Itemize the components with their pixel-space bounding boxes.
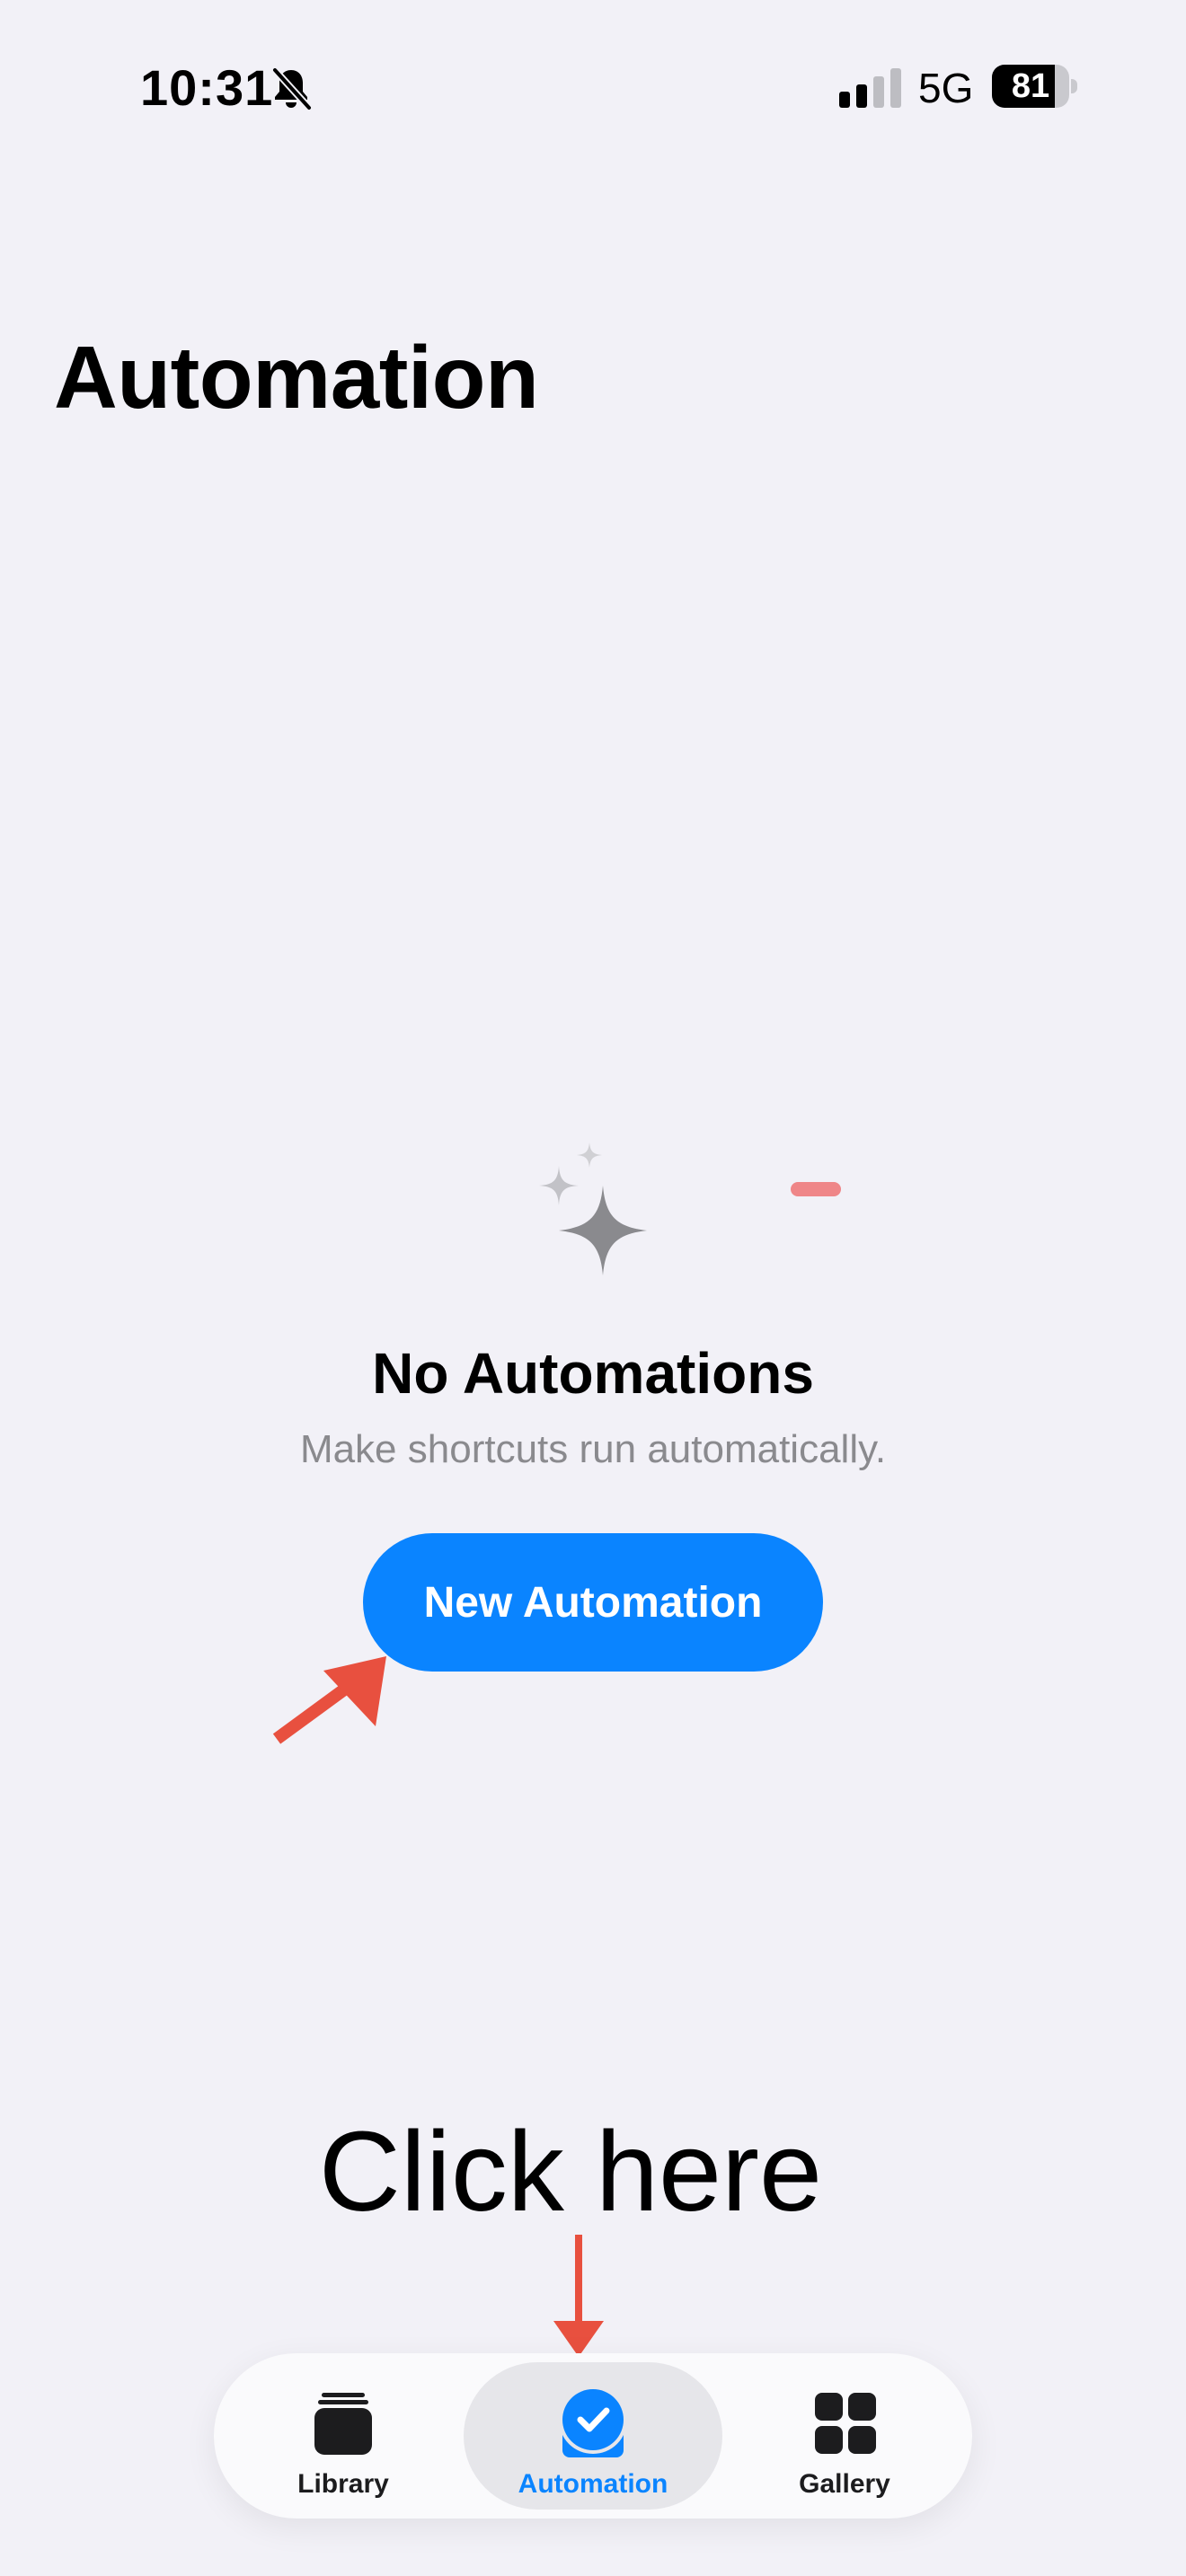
cellular-signal-icon [839, 68, 901, 108]
tab-library[interactable]: Library [225, 2362, 462, 2510]
status-time: 10:31 [140, 59, 274, 116]
annotation-arrow-to-tab [553, 2235, 604, 2357]
tab-automation-label: Automation [518, 2469, 668, 2499]
click-here-label: Click here [318, 2108, 823, 2235]
empty-state-subtitle: Make shortcuts run automatically. [299, 1427, 887, 1471]
grid-icon [815, 2393, 876, 2454]
network-type: 5G [918, 65, 974, 111]
bell-slash-icon [271, 66, 313, 111]
tab-automation[interactable]: Automation [464, 2362, 722, 2510]
page-title: Automation [54, 328, 539, 427]
tab-gallery[interactable]: Gallery [726, 2362, 963, 2510]
sparkles-icon [539, 1142, 647, 1275]
annotation-arrow-to-button [272, 1656, 386, 1744]
battery-level: 81 [1011, 67, 1050, 105]
stack-icon [314, 2393, 372, 2455]
checkmark-circle-icon [559, 2387, 627, 2457]
tab-bar: Library Automation Gallery [214, 2353, 972, 2519]
status-bar: 10:31 5G 81 [0, 0, 1186, 171]
new-automation-button[interactable]: New Automation [363, 1533, 823, 1672]
tab-library-label: Library [297, 2469, 389, 2499]
tab-gallery-label: Gallery [799, 2469, 890, 2499]
empty-state-title: No Automations [372, 1341, 814, 1406]
battery-icon: 81 [992, 65, 1078, 108]
red-mark [791, 1182, 841, 1196]
